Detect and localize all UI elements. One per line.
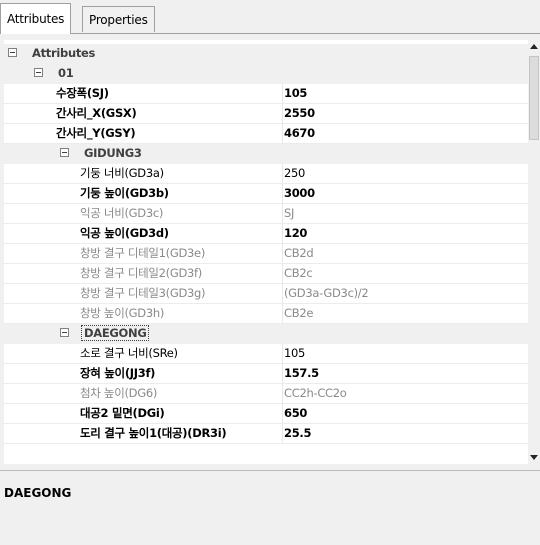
vertical-scrollbar[interactable]: [528, 40, 540, 464]
property-row[interactable]: 익공 너비(GD3c) SJ: [4, 204, 528, 224]
property-name: 수장폭(SJ): [56, 84, 283, 103]
description-panel: DAEGONG: [0, 470, 540, 545]
tab-attributes[interactable]: Attributes: [0, 3, 72, 34]
category-label: Attributes: [32, 46, 96, 60]
property-value[interactable]: 250: [284, 164, 524, 183]
property-name: 기둥 너비(GD3a): [80, 164, 283, 183]
property-value[interactable]: 650: [284, 404, 524, 423]
property-row[interactable]: 첨차 높이(DG6) CC2h-CC2o: [4, 384, 528, 404]
property-value[interactable]: 105: [284, 344, 524, 363]
category-row-gidung3[interactable]: GIDUNG3: [4, 144, 528, 164]
property-name: 창방 높이(GD3h): [80, 304, 283, 323]
category-row-daegong[interactable]: DAEGONG: [4, 324, 528, 344]
property-value[interactable]: CB2c: [284, 264, 524, 283]
category-label: DAEGONG: [81, 325, 150, 341]
property-value[interactable]: 105: [284, 84, 524, 103]
property-row[interactable]: 도리 결구 높이1(대공)(DR3i) 25.5: [4, 424, 528, 444]
property-row[interactable]: 창방 결구 디테일1(GD3e) CB2d: [4, 244, 528, 264]
property-name: 대공2 밑면(DGi): [80, 404, 283, 423]
tab-strip: Attributes Properties: [0, 0, 540, 34]
property-name: 창방 결구 디테일1(GD3e): [80, 244, 283, 263]
property-value[interactable]: (GD3a-GD3c)/2: [284, 284, 524, 303]
description-title: DAEGONG: [4, 486, 72, 500]
property-value[interactable]: SJ: [284, 204, 524, 223]
arrow-up-icon[interactable]: [528, 40, 540, 54]
scroll-thumb[interactable]: [529, 56, 539, 140]
property-row[interactable]: 창방 높이(GD3h) CB2e: [4, 304, 528, 324]
property-value[interactable]: CC2h-CC2o: [284, 384, 524, 403]
property-value[interactable]: 157.5: [284, 364, 524, 383]
property-row[interactable]: 창방 결구 디테일3(GD3g) (GD3a-GD3c)/2: [4, 284, 528, 304]
tab-properties[interactable]: Properties: [82, 6, 155, 32]
category-row-01[interactable]: 01: [4, 64, 528, 84]
property-row[interactable]: 대공2 밑면(DGi) 650: [4, 404, 528, 424]
property-row[interactable]: 창방 결구 디테일2(GD3f) CB2c: [4, 264, 528, 284]
property-value[interactable]: 120: [284, 224, 524, 243]
property-name: 소로 결구 너비(SRe): [80, 344, 283, 363]
property-name: 창방 결구 디테일2(GD3f): [80, 264, 283, 283]
minus-box-icon[interactable]: [60, 328, 69, 337]
property-row[interactable]: 수장폭(SJ) 105: [4, 84, 528, 104]
property-name: 익공 높이(GD3d): [80, 224, 283, 243]
category-label-selected: DAEGONG: [81, 324, 150, 343]
category-row-attributes[interactable]: Attributes: [4, 44, 528, 64]
property-row[interactable]: 간사리_X(GSX) 2550: [4, 104, 528, 124]
minus-box-icon[interactable]: [8, 48, 17, 57]
property-name: 간사리_X(GSX): [56, 104, 283, 123]
minus-box-icon[interactable]: [60, 148, 69, 157]
category-label: GIDUNG3: [84, 146, 142, 160]
property-value[interactable]: CB2e: [284, 304, 524, 323]
property-name: 장혀 높이(JJ3f): [80, 364, 283, 383]
tab-divider: [0, 33, 540, 34]
property-row[interactable]: 익공 높이(GD3d) 120: [4, 224, 528, 244]
property-name: 간사리_Y(GSY): [56, 124, 283, 143]
property-value[interactable]: CB2d: [284, 244, 524, 263]
property-grid: Attributes 01 수장폭(SJ) 105 간사리_X(GSX) 255…: [4, 40, 528, 464]
property-row[interactable]: 소로 결구 너비(SRe) 105: [4, 344, 528, 364]
property-value[interactable]: 2550: [284, 104, 524, 123]
property-name: 첨차 높이(DG6): [80, 384, 283, 403]
property-value[interactable]: 3000: [284, 184, 524, 203]
property-value[interactable]: 4670: [284, 124, 524, 143]
property-row[interactable]: 기둥 너비(GD3a) 250: [4, 164, 528, 184]
property-row[interactable]: 간사리_Y(GSY) 4670: [4, 124, 528, 144]
property-name: 도리 결구 높이1(대공)(DR3i): [80, 424, 283, 443]
property-value[interactable]: 25.5: [284, 424, 524, 443]
property-name: 익공 너비(GD3c): [80, 204, 283, 223]
category-label: 01: [58, 66, 74, 80]
property-row[interactable]: 장혀 높이(JJ3f) 157.5: [4, 364, 528, 384]
property-row[interactable]: 기둥 높이(GD3b) 3000: [4, 184, 528, 204]
minus-box-icon[interactable]: [34, 68, 43, 77]
arrow-down-icon[interactable]: [528, 450, 540, 464]
property-name: 창방 결구 디테일3(GD3g): [80, 284, 283, 303]
property-name: 기둥 높이(GD3b): [80, 184, 283, 203]
